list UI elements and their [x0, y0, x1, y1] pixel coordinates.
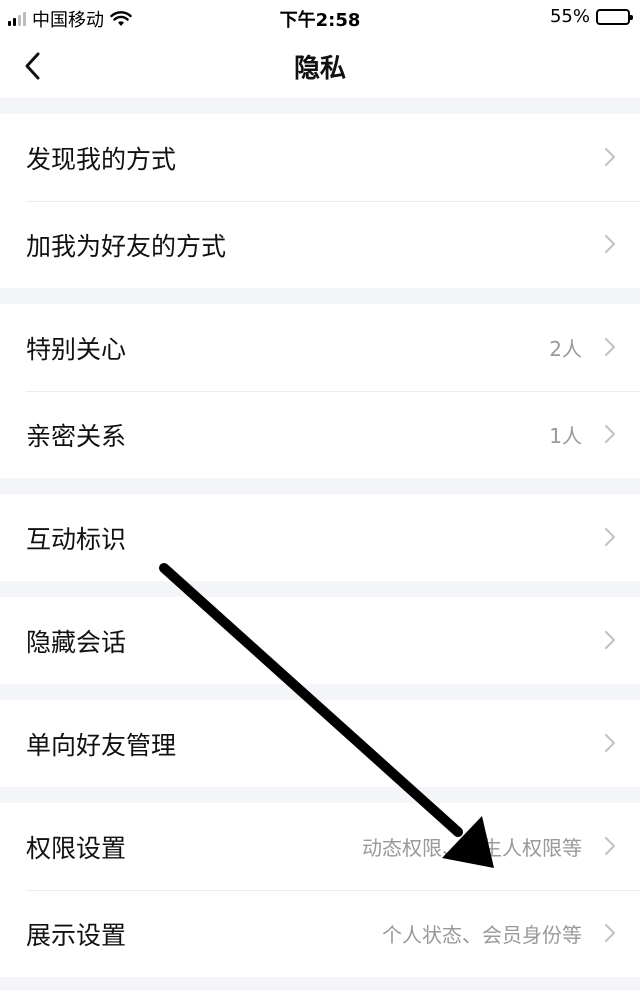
row-value: 1人 — [549, 424, 582, 448]
status-time: 下午2:58 — [279, 10, 361, 31]
row-label: 发现我的方式 — [26, 144, 177, 174]
row-label: 单向好友管理 — [26, 730, 177, 760]
chevron-right-icon — [604, 836, 616, 856]
page-title: 隐私 — [293, 54, 346, 84]
nav-bar: 隐私 — [0, 34, 640, 98]
row-interaction-badge[interactable]: 互动标识 — [0, 494, 640, 581]
status-bar: 中国移动 下午2:58 55% — [0, 0, 640, 34]
section-gap — [0, 684, 640, 700]
row-label: 隐藏会话 — [26, 627, 127, 657]
settings-group: 特别关心 2人亲密关系 1人 — [0, 304, 640, 478]
row-value: 个人状态、会员身份等 — [382, 923, 582, 947]
status-right: 55% — [549, 6, 633, 27]
chevron-right-icon — [604, 923, 616, 943]
chevron-right-icon — [604, 733, 616, 753]
chevron-right-icon — [604, 424, 616, 444]
row-label: 亲密关系 — [26, 421, 127, 451]
section-gap — [0, 98, 640, 114]
row-display-settings[interactable]: 展示设置 个人状态、会员身份等 — [0, 890, 640, 977]
row-label: 互动标识 — [26, 524, 127, 554]
section-gap — [0, 288, 640, 304]
row-label: 展示设置 — [26, 920, 127, 950]
battery-icon — [596, 8, 633, 25]
section-gap — [0, 581, 640, 597]
row-value: 动态权限、陌生人权限等 — [362, 836, 582, 860]
row-intimate-relation[interactable]: 亲密关系 1人 — [0, 391, 640, 478]
row-special-care[interactable]: 特别关心 2人 — [0, 304, 640, 391]
row-discover-me[interactable]: 发现我的方式 — [0, 114, 640, 201]
settings-group: 权限设置 动态权限、陌生人权限等展示设置 个人状态、会员身份等 — [0, 803, 640, 977]
settings-group: 互动标识 — [0, 494, 640, 581]
row-value: 2人 — [549, 337, 582, 361]
settings-group: 发现我的方式加我为好友的方式 — [0, 114, 640, 288]
chevron-right-icon — [604, 337, 616, 357]
section-gap — [0, 787, 640, 803]
chevron-right-icon — [604, 630, 616, 650]
chevron-right-icon — [604, 147, 616, 167]
settings-group: 单向好友管理 — [0, 700, 640, 787]
row-one-way-friends[interactable]: 单向好友管理 — [0, 700, 640, 787]
chevron-right-icon — [604, 527, 616, 547]
settings-list: 发现我的方式加我为好友的方式 特别关心 2人亲密关系 1人互动标识隐藏会话单向好友管理… — [0, 98, 640, 977]
row-permission-settings[interactable]: 权限设置 动态权限、陌生人权限等 — [0, 803, 640, 890]
battery-percent: 55% — [549, 6, 590, 27]
row-label: 权限设置 — [26, 833, 127, 863]
row-label: 加我为好友的方式 — [26, 231, 227, 261]
chevron-right-icon — [604, 234, 616, 254]
settings-group: 隐藏会话 — [0, 597, 640, 684]
row-hidden-chats[interactable]: 隐藏会话 — [0, 597, 640, 684]
row-add-friend-method[interactable]: 加我为好友的方式 — [0, 201, 640, 288]
section-gap — [0, 478, 640, 494]
row-label: 特别关心 — [26, 334, 127, 364]
